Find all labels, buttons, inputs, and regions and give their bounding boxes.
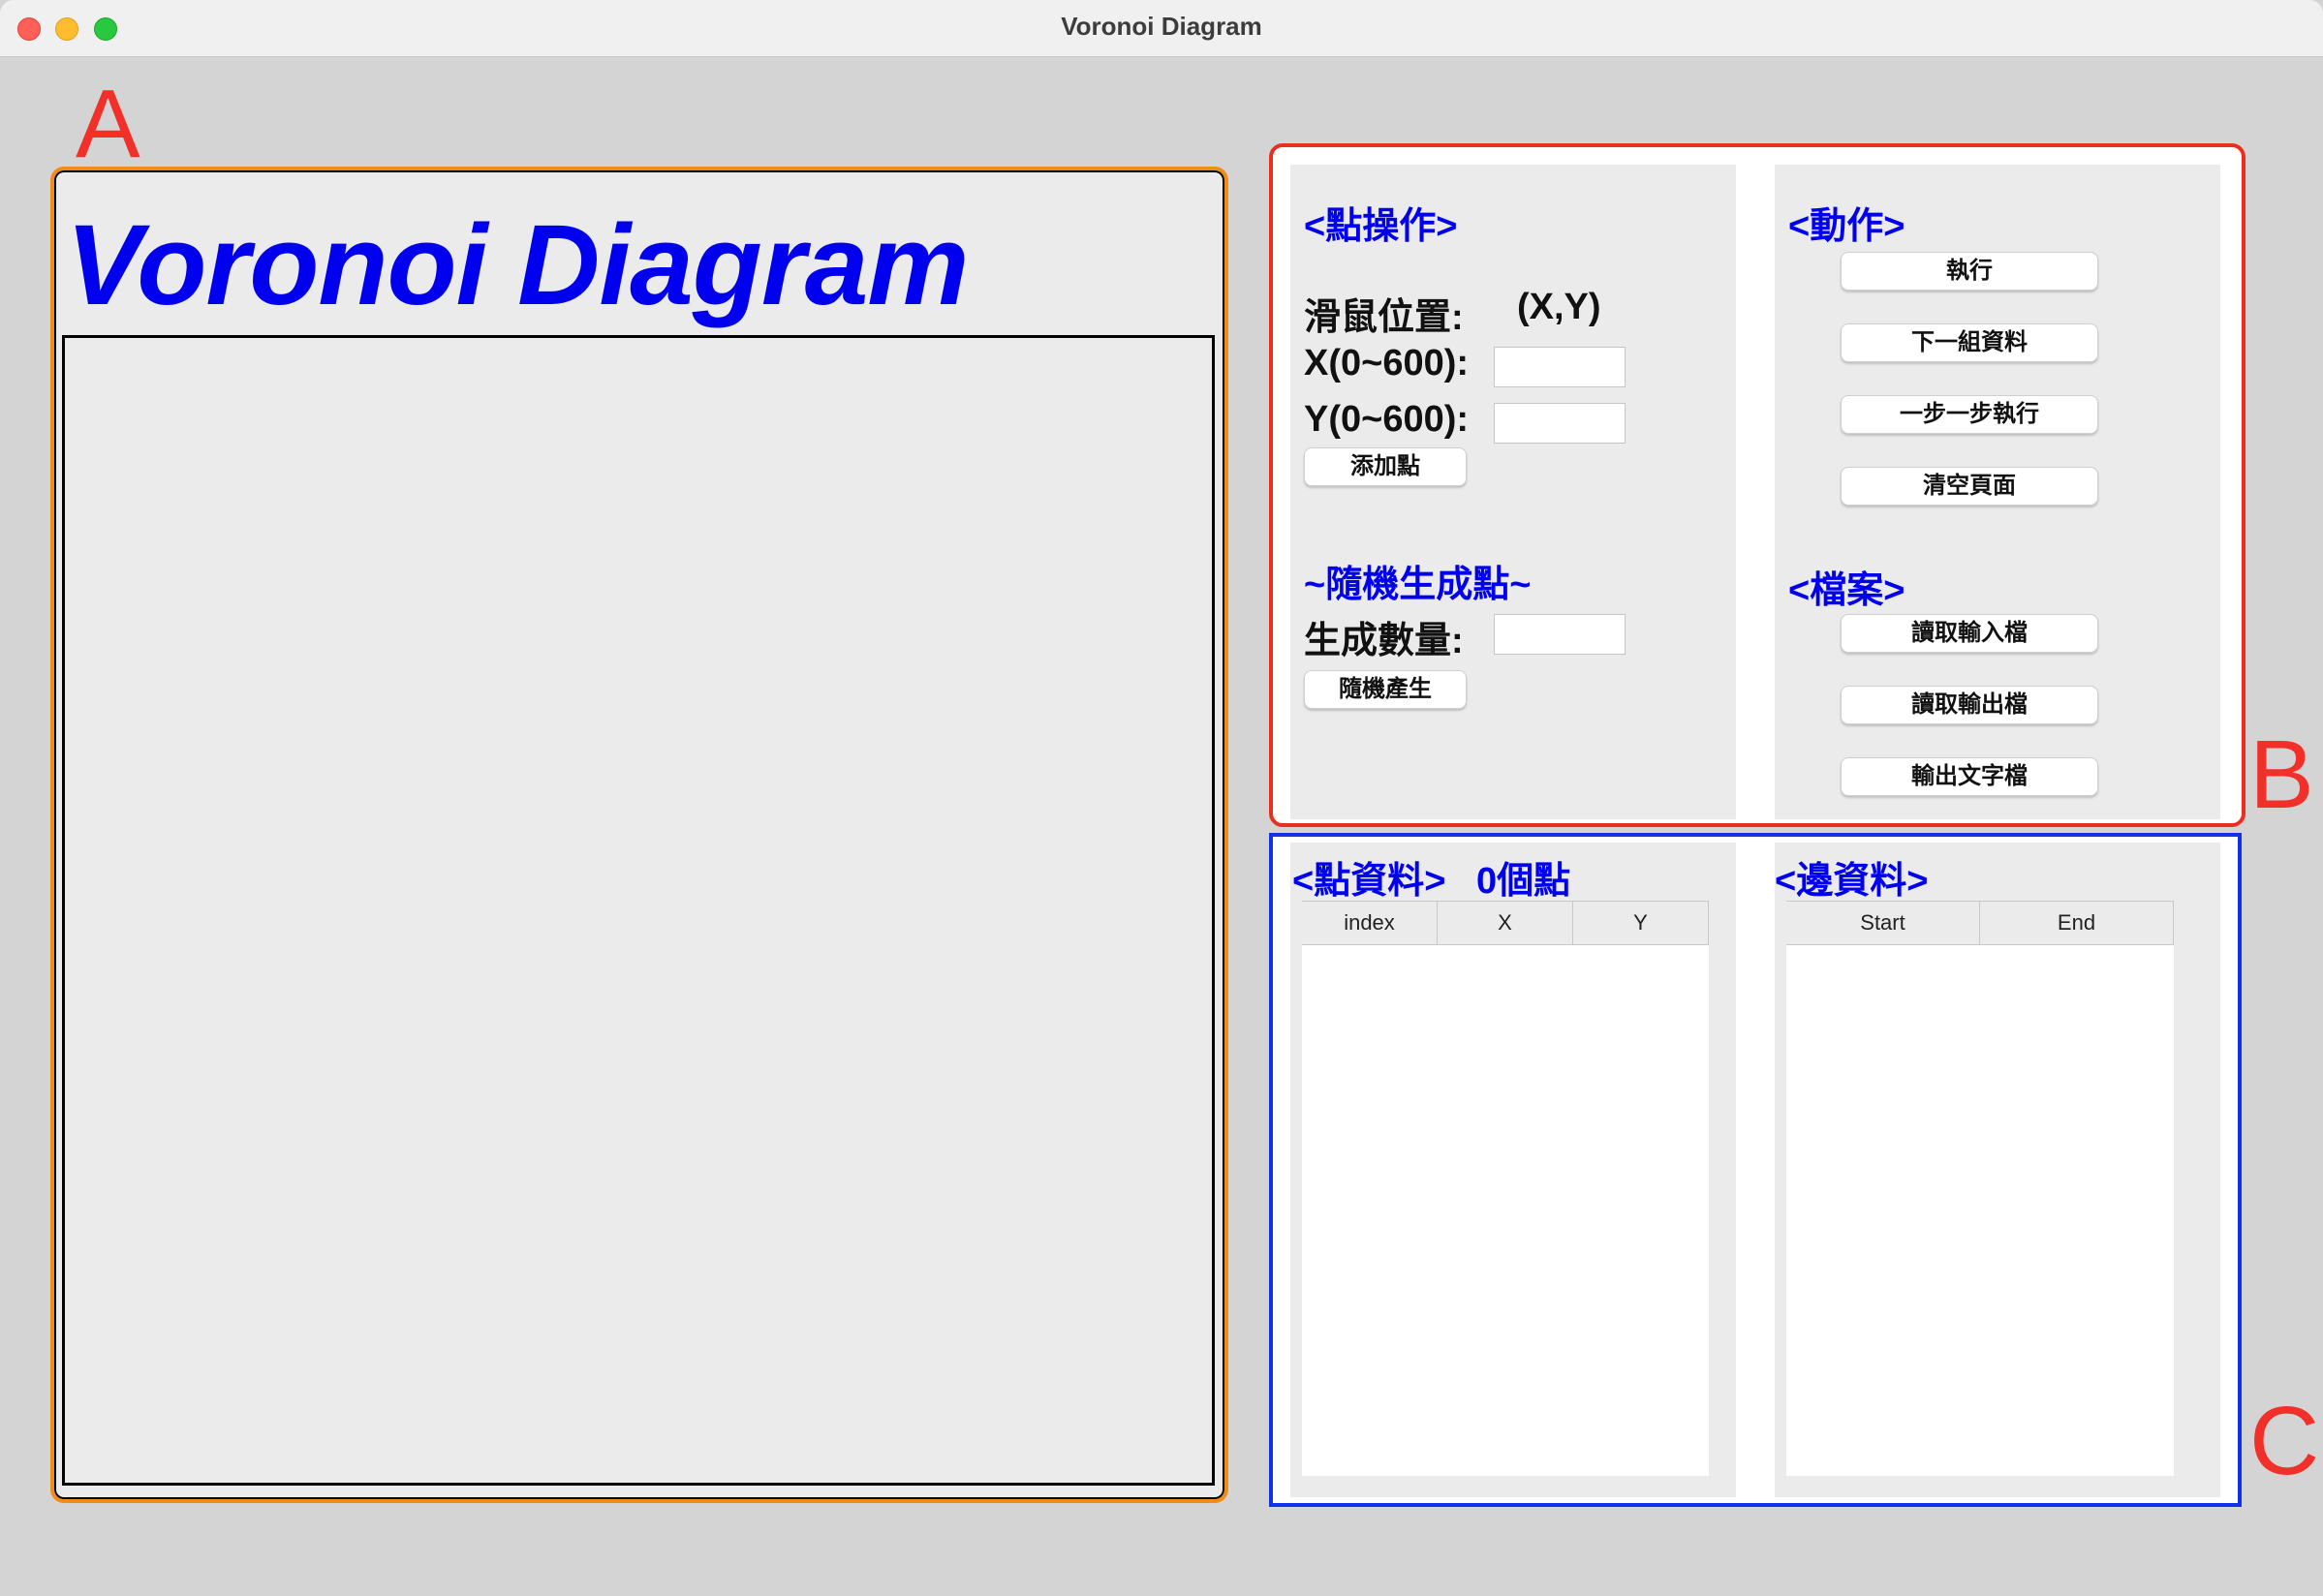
mouse-position-value: (X,Y) (1517, 287, 1601, 327)
export-text-file-button[interactable]: 輸出文字檔 (1841, 757, 2098, 796)
read-output-file-button[interactable]: 讀取輸出檔 (1841, 686, 2098, 724)
actions-title: <動作> (1788, 206, 1905, 247)
point-operations-section: <點操作> 滑鼠位置: (X,Y) X(0~600): Y(0~600): 添加… (1290, 165, 1736, 819)
title-bar: Voronoi Diagram (0, 0, 2323, 57)
points-data-title: <點資料> (1292, 861, 1446, 902)
mouse-position-label: 滑鼠位置: (1304, 297, 1464, 338)
annotation-a: A (76, 70, 140, 178)
app-window: Voronoi Diagram A B C Voronoi Diagram <點… (0, 0, 2323, 1596)
controls-panel: <點操作> 滑鼠位置: (X,Y) X(0~600): Y(0~600): 添加… (1269, 143, 2246, 827)
window-title: Voronoi Diagram (1061, 12, 1262, 41)
x-coordinate-input[interactable] (1494, 347, 1626, 387)
y-coordinate-label: Y(0~600): (1304, 399, 1470, 440)
add-point-button[interactable]: 添加點 (1304, 447, 1467, 486)
next-dataset-button[interactable]: 下一組資料 (1841, 323, 2098, 362)
column-header-end[interactable]: End (1980, 902, 2174, 944)
generate-count-input[interactable] (1494, 614, 1626, 655)
read-input-file-button[interactable]: 讀取輸入檔 (1841, 614, 2098, 653)
annotation-c: C (2249, 1387, 2320, 1495)
points-count: 0個點 (1476, 861, 1571, 902)
data-panel: <點資料> 0個點 index X Y <邊資料> Start End (1269, 833, 2242, 1507)
column-header-y[interactable]: Y (1573, 902, 1709, 944)
points-table-header: index X Y (1302, 901, 1709, 945)
edges-data-title: <邊資料> (1775, 861, 1929, 902)
files-title: <檔案> (1788, 570, 1905, 611)
clear-page-button[interactable]: 清空頁面 (1841, 467, 2098, 506)
x-coordinate-label: X(0~600): (1304, 343, 1470, 384)
canvas-title: Voronoi Diagram (66, 201, 969, 329)
drawing-canvas[interactable] (62, 335, 1215, 1486)
y-coordinate-input[interactable] (1494, 403, 1626, 444)
column-header-x[interactable]: X (1438, 902, 1573, 944)
edges-table-header: Start End (1786, 901, 2174, 945)
edges-table: Start End (1786, 901, 2174, 1476)
edges-table-body[interactable] (1786, 945, 2174, 1476)
points-table: index X Y (1302, 901, 1709, 1476)
step-run-button[interactable]: 一步一步執行 (1841, 395, 2098, 434)
annotation-b: B (2249, 721, 2314, 829)
random-generate-title: ~隨機生成點~ (1304, 565, 1532, 605)
points-data-section: <點資料> 0個點 index X Y (1290, 843, 1736, 1497)
random-generate-button[interactable]: 隨機產生 (1304, 670, 1467, 709)
actions-section: <動作> 執行 下一組資料 一步一步執行 清空頁面 <檔案> 讀取輸入檔 讀取輸… (1775, 165, 2220, 819)
edges-data-section: <邊資料> Start End (1775, 843, 2220, 1497)
points-table-body[interactable] (1302, 945, 1709, 1476)
point-ops-title: <點操作> (1304, 206, 1458, 247)
canvas-panel: Voronoi Diagram (50, 167, 1228, 1503)
generate-count-label: 生成數量: (1304, 621, 1464, 661)
column-header-index[interactable]: index (1302, 902, 1438, 944)
run-button[interactable]: 執行 (1841, 252, 2098, 291)
column-header-start[interactable]: Start (1786, 902, 1980, 944)
